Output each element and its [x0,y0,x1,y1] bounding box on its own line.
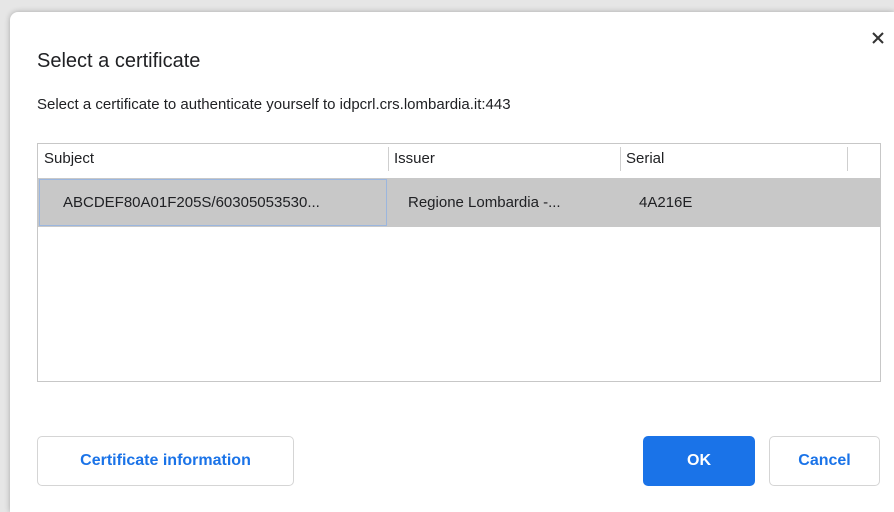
dialog-subtitle: Select a certificate to authenticate you… [37,96,511,113]
table-row[interactable]: ABCDEF80A01F205S/60305053530... Regione … [38,178,880,227]
certificate-table: Subject Issuer Serial ABCDEF80A01F205S/6… [37,143,881,382]
certificate-dialog: Select a certificate Select a certificat… [10,12,894,512]
table-header: Subject Issuer Serial [38,144,880,176]
ok-button[interactable]: OK [643,436,755,486]
dialog-title: Select a certificate [37,50,201,72]
cell-serial: 4A216E [639,194,693,211]
column-divider[interactable] [847,147,848,171]
certificate-information-button[interactable]: Certificate information [37,436,294,486]
column-header-issuer[interactable]: Issuer [388,144,620,176]
column-header-subject[interactable]: Subject [38,144,388,176]
cancel-button[interactable]: Cancel [769,436,880,486]
close-button[interactable] [868,28,888,48]
close-icon [872,32,884,44]
cell-subject: ABCDEF80A01F205S/60305053530... [39,179,387,226]
cell-issuer: Regione Lombardia -... [408,194,561,211]
column-header-serial[interactable]: Serial [620,144,848,176]
